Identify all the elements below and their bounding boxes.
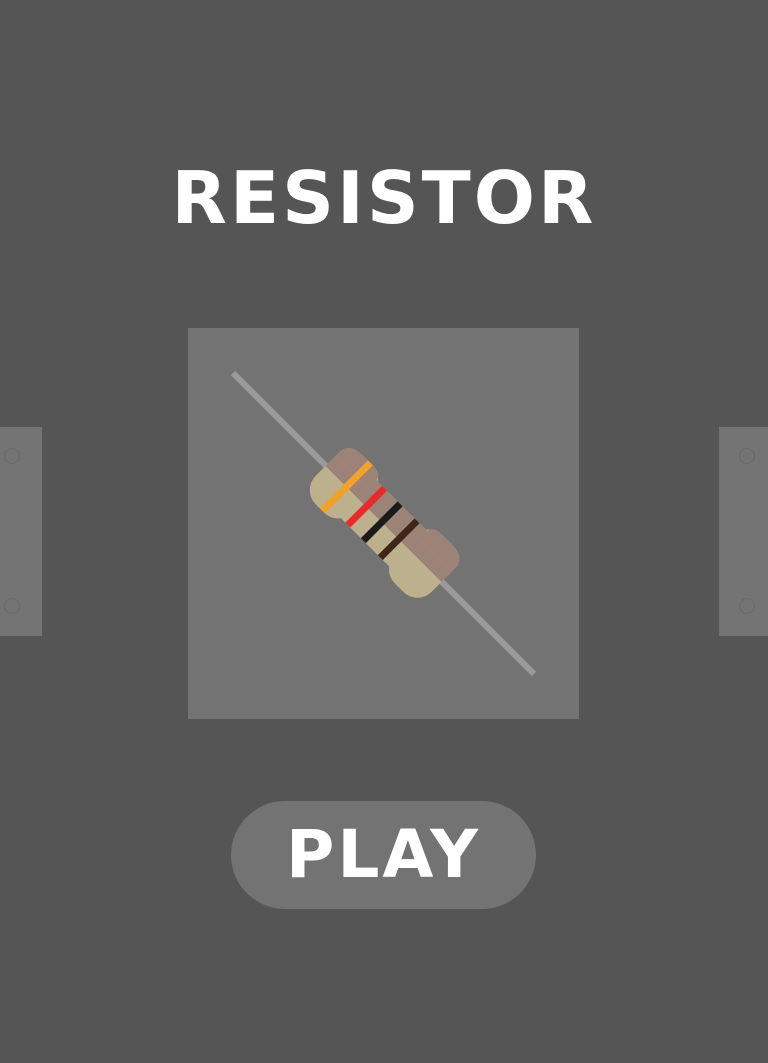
right-tab-bottom-dot — [739, 598, 755, 614]
left-tab-top-dot — [4, 448, 20, 464]
resistor-icon — [230, 370, 537, 677]
left-tab-bottom-dot — [4, 598, 20, 614]
right-side-tab[interactable] — [719, 427, 768, 636]
game-title: RESISTOR — [171, 156, 597, 240]
right-tab-top-dot — [739, 448, 755, 464]
left-side-tab[interactable] — [0, 427, 42, 636]
resistor-card[interactable] — [188, 328, 579, 719]
play-button[interactable]: PLAY — [231, 801, 536, 909]
